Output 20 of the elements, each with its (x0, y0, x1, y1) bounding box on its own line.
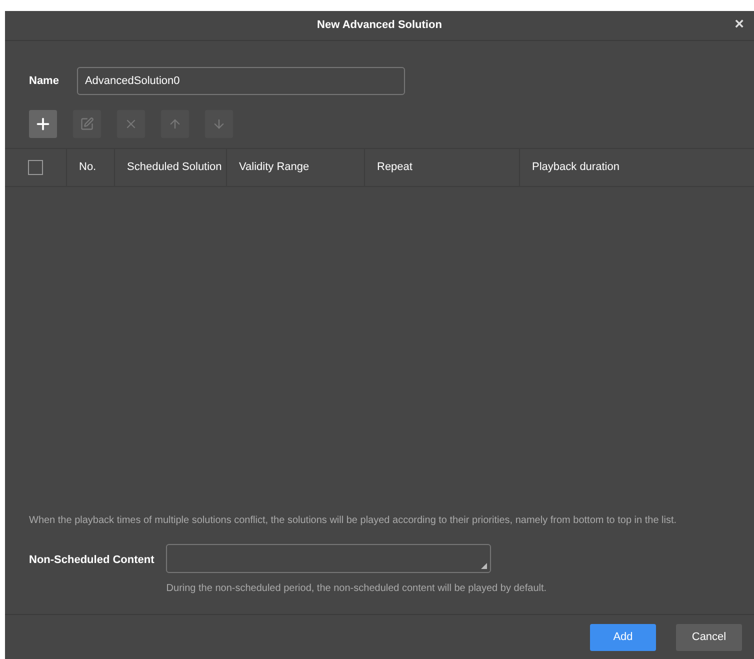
name-input[interactable]: AdvancedSolution0 (76, 67, 405, 95)
column-header: Repeat (377, 160, 412, 176)
content-field[interactable] (166, 544, 492, 573)
resize-handle-icon (481, 563, 488, 569)
priority-note: When the playback times of multiple solutions conflict, the solutions will be played according to their priorities, namely from bottom to top in the list. (28, 514, 678, 528)
close-button[interactable]: × (734, 17, 744, 33)
window-title: New Advanced Solution (317, 18, 442, 34)
column-header: No. (79, 160, 96, 176)
column-header: Scheduled Solution (127, 160, 222, 176)
add-tool-button[interactable] (29, 110, 57, 138)
field-label: Non-Scheduled Content (29, 553, 154, 568)
column-header: Playback duration (532, 160, 620, 176)
plus-icon (34, 115, 52, 133)
field-hint: During the non-scheduled period, the non-scheduled content will be played by default. (166, 582, 547, 596)
field-label: Name (29, 74, 59, 89)
column-header: Validity Range (239, 160, 310, 176)
delete-icon (124, 117, 138, 131)
select-all-checkbox[interactable] (28, 160, 43, 175)
edit-icon (80, 117, 94, 131)
cancel-button[interactable]: Cancel (676, 624, 742, 650)
